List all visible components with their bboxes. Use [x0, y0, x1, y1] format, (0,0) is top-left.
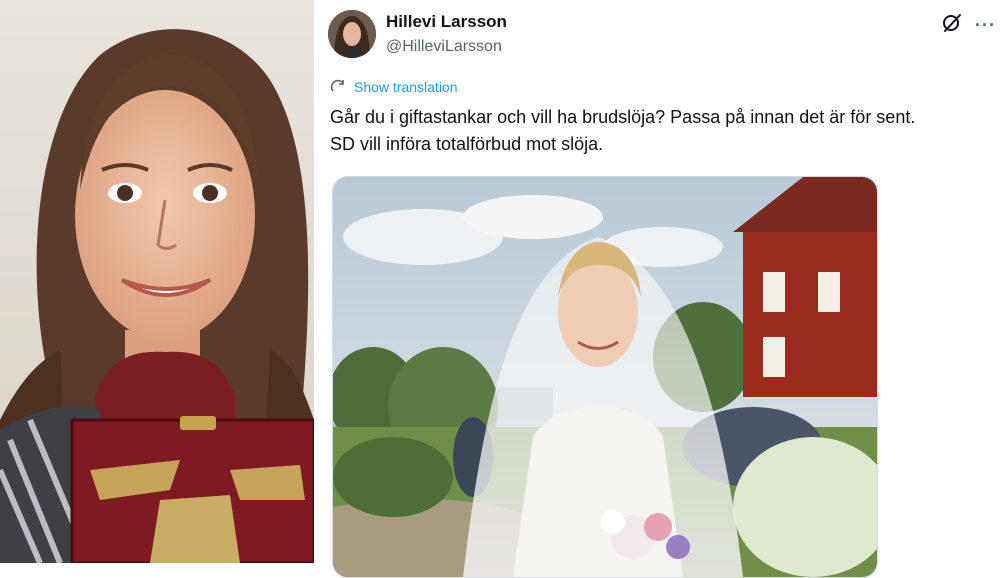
show-translation-link[interactable]: Show translation: [330, 79, 458, 95]
author-name[interactable]: Hillevi Larsson: [386, 12, 507, 32]
grok-icon[interactable]: [941, 12, 963, 39]
show-translation-label: Show translation: [354, 79, 458, 95]
tweet-text: Går du i giftastankar och vill ha brudsl…: [330, 104, 998, 158]
tweet-card: Hillevi Larsson @HilleviLarsson ··· Show…: [328, 0, 1000, 578]
tweet-text-line: SD vill införa totalförbud mot slöja.: [330, 134, 604, 154]
tweet-text-line: Går du i giftastankar och vill ha brudsl…: [330, 107, 916, 127]
divider: [314, 0, 328, 563]
more-icon[interactable]: ···: [975, 15, 996, 36]
author-handle[interactable]: @HilleviLarsson: [386, 38, 502, 56]
portrait-photo: [0, 0, 314, 563]
avatar[interactable]: [328, 10, 376, 58]
translate-icon: [330, 79, 344, 92]
tweet-actions: ···: [941, 12, 996, 39]
tweet-media-image[interactable]: [332, 176, 878, 578]
